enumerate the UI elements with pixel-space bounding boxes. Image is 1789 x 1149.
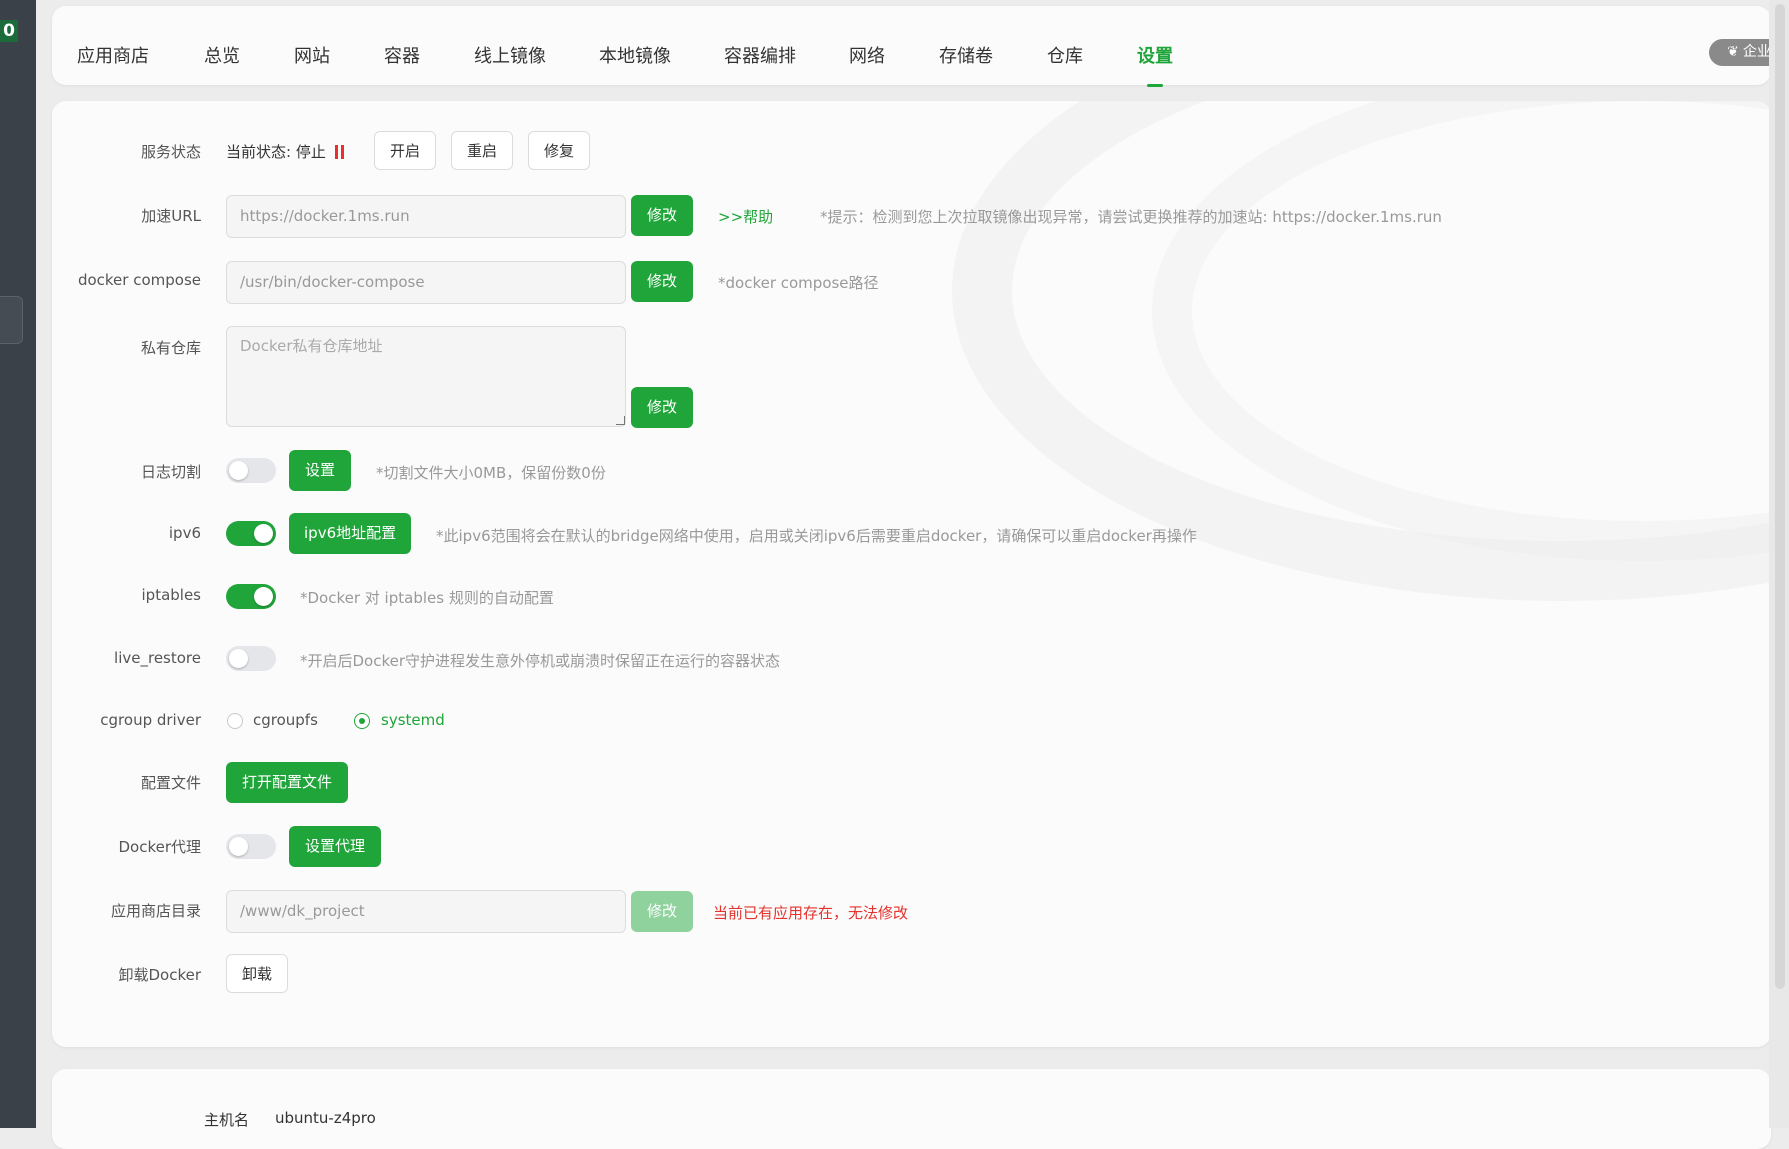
uninstall-button[interactable]: 卸载	[226, 954, 288, 993]
toggle-knob	[254, 587, 273, 606]
iptables-toggle[interactable]	[226, 584, 276, 609]
toggle-knob	[229, 461, 248, 480]
systemd-radio[interactable]	[354, 713, 370, 729]
scrollbar-thumb[interactable]	[1775, 4, 1785, 989]
registry-save-button[interactable]: 修改	[631, 387, 693, 428]
active-tab-indicator	[1147, 84, 1163, 87]
ipv6-config-button[interactable]: ipv6地址配置	[289, 513, 411, 554]
repair-button[interactable]: 修复	[528, 131, 590, 170]
hostname-value: ubuntu-z4pro	[275, 1109, 376, 1127]
service-status-label: 服务状态	[140, 143, 201, 161]
live-restore-label: live_restore	[114, 649, 201, 667]
leaf-icon: ❦	[1727, 44, 1739, 60]
tab-volumes[interactable]: 存储卷	[939, 42, 993, 68]
tab-settings[interactable]: 设置	[1137, 42, 1173, 68]
cgroup-label: cgroup driver	[100, 711, 201, 729]
toggle-knob	[254, 524, 273, 543]
tab-network[interactable]: 网络	[849, 42, 885, 68]
log-rotate-label: 日志切割	[140, 463, 201, 481]
left-sidebar-rail: 0	[0, 0, 36, 1128]
compose-path-input[interactable]: /usr/bin/docker-compose	[226, 261, 626, 304]
iptables-label: iptables	[141, 586, 202, 604]
cgroupfs-radio[interactable]	[227, 713, 243, 729]
start-button[interactable]: 开启	[374, 131, 436, 170]
log-rotate-toggle[interactable]	[226, 458, 276, 483]
toggle-knob	[229, 837, 248, 856]
cgroupfs-label[interactable]: cgroupfs	[253, 711, 318, 729]
uninstall-label: 卸载Docker	[118, 966, 201, 984]
app-dir-label: 应用商店目录	[110, 902, 201, 920]
ipv6-hint: *此ipv6范围将会在默认的bridge网络中使用，启用或关闭ipv6后需要重启…	[436, 527, 1197, 545]
log-rotate-settings-button[interactable]: 设置	[289, 450, 351, 491]
mirror-url-label: 加速URL	[141, 207, 201, 225]
log-rotate-hint: *切割文件大小0MB，保留份数0份	[376, 464, 606, 482]
rail-badge: 0	[0, 20, 18, 42]
top-nav: 应用商店 总览 网站 容器 线上镜像 本地镜像 容器编排 网络 存储卷 仓库 设…	[52, 6, 1789, 85]
config-file-label: 配置文件	[140, 774, 201, 792]
ipv6-label: ipv6	[168, 524, 201, 542]
ipv6-toggle[interactable]	[226, 521, 276, 546]
mirror-url-save-button[interactable]: 修改	[631, 195, 693, 236]
tab-registry[interactable]: 仓库	[1047, 42, 1083, 68]
registry-label: 私有仓库	[140, 339, 201, 357]
tab-websites[interactable]: 网站	[294, 42, 330, 68]
app-dir-save-button[interactable]: 修改	[631, 891, 693, 932]
status-prefix: 当前状态:	[226, 143, 292, 161]
mirror-url-input[interactable]: https://docker.1ms.run	[226, 195, 626, 238]
registry-textarea[interactable]: Docker私有仓库地址	[226, 326, 626, 427]
systemd-label[interactable]: systemd	[381, 711, 445, 729]
proxy-toggle[interactable]	[226, 834, 276, 859]
compose-save-button[interactable]: 修改	[631, 261, 693, 302]
service-status-text: 当前状态: 停止	[226, 141, 347, 163]
tab-overview[interactable]: 总览	[204, 42, 240, 68]
app-dir-hint: 当前已有应用存在，无法修改	[713, 904, 909, 922]
toggle-knob	[229, 649, 248, 668]
tab-local-images[interactable]: 本地镜像	[599, 42, 671, 68]
iptables-hint: *Docker 对 iptables 规则的自动配置	[300, 589, 554, 607]
tab-containers[interactable]: 容器	[384, 42, 420, 68]
tab-app-store[interactable]: 应用商店	[77, 42, 149, 68]
pause-icon	[334, 145, 347, 163]
tab-compose[interactable]: 容器编排	[724, 42, 796, 68]
status-value: 停止	[295, 143, 326, 161]
restart-button[interactable]: 重启	[451, 131, 513, 170]
set-proxy-button[interactable]: 设置代理	[289, 826, 381, 867]
proxy-label: Docker代理	[118, 838, 201, 856]
live-restore-hint: *开启后Docker守护进程发生意外停机或崩溃时保留正在运行的容器状态	[300, 652, 781, 670]
live-restore-toggle[interactable]	[226, 646, 276, 671]
compose-label: docker compose	[77, 271, 201, 289]
scrollbar-track[interactable]	[1769, 0, 1789, 1128]
sidebar-collapse-handle[interactable]	[0, 296, 23, 344]
mirror-url-hint: *提示：检测到您上次拉取镜像出现异常，请尝试更换推荐的加速站: https://…	[820, 208, 1442, 226]
hostname-label: 主机名	[204, 1111, 250, 1129]
compose-hint: *docker compose路径	[718, 274, 879, 292]
help-link[interactable]: >>帮助	[718, 206, 773, 227]
app-dir-input[interactable]: /www/dk_project	[226, 890, 626, 933]
resize-handle[interactable]	[616, 416, 625, 425]
tab-online-images[interactable]: 线上镜像	[474, 42, 546, 68]
open-config-file-button[interactable]: 打开配置文件	[226, 762, 348, 803]
